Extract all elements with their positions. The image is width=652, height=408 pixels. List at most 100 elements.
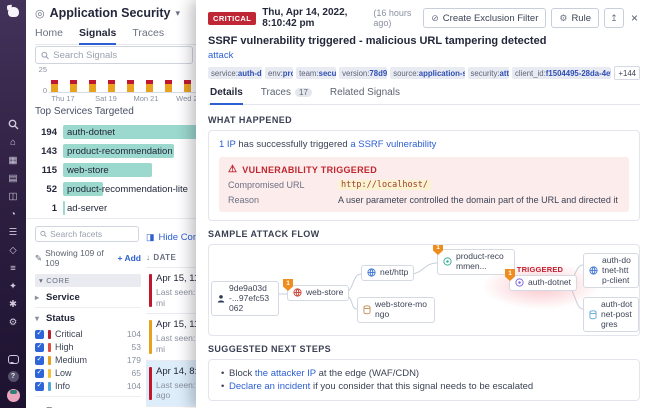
divider [35, 396, 141, 397]
compromised-url-label: Compromised URL [228, 180, 338, 190]
tag[interactable]: source:application-security [390, 67, 464, 79]
datadog-logo[interactable] [6, 5, 21, 19]
chart-bar[interactable] [51, 80, 58, 92]
service-name: auth-dotnet [67, 127, 115, 138]
facet-option-low[interactable]: Low 65 [35, 367, 141, 379]
warning-icon: ⚠ [228, 164, 237, 175]
core-label: CORE [46, 276, 70, 285]
facet-group-env[interactable]: ▸ Env [35, 401, 141, 408]
facet-option-label: Info [55, 381, 70, 391]
flow-node[interactable]: net/http [361, 265, 414, 281]
search-icon[interactable] [7, 119, 19, 131]
sort-down-icon: ↓ [146, 253, 150, 262]
chart-bar[interactable] [70, 80, 77, 92]
home-icon[interactable]: ⌂ [7, 137, 19, 149]
search-icon [41, 51, 49, 60]
tag[interactable]: version:78d922df [339, 67, 387, 79]
facets-search[interactable] [35, 226, 139, 242]
facet-group-label: Service [46, 292, 80, 303]
attacker-ip-link[interactable]: the attacker IP [255, 368, 316, 379]
facet-group-core[interactable]: ▾ CORE [35, 274, 141, 287]
ssrf-vulnerability-link[interactable]: a SSRF vulnerability [350, 139, 436, 150]
checkbox-checked[interactable] [35, 343, 44, 352]
next-step-item: Block the attacker IP at the edge (WAF/C… [219, 368, 629, 379]
next-step-item: Declare an incident if you consider that… [219, 381, 629, 392]
tab-traces[interactable]: Traces17 [261, 87, 312, 104]
flow-node[interactable]: web-store-mongo [357, 297, 435, 323]
create-exclusion-filter-button[interactable]: ⊘ Create Exclusion Filter [423, 8, 546, 28]
flow-node[interactable]: 1 web-store [287, 285, 349, 301]
facet-option-critical[interactable]: Critical 104 [35, 328, 141, 340]
flow-node[interactable]: auth-dotnet-postgres [583, 297, 639, 332]
facet-group-status[interactable]: ▾ Status [35, 308, 141, 328]
left-nav-rail: ⌂ ▦ ▤ ◫ ◔ ☰ ◇ ≡ ✦ ✱ ⚙ ? [0, 0, 26, 408]
signals-search[interactable] [35, 46, 193, 64]
what-happened-heading: WHAT HAPPENED [208, 115, 640, 125]
tag[interactable]: service:auth-dotnet [208, 67, 262, 79]
tag[interactable]: team:security [296, 67, 336, 79]
chart-bar[interactable] [184, 80, 191, 92]
tab-related-signals[interactable]: Related Signals [330, 87, 400, 104]
apm-icon[interactable]: ◔ [7, 209, 19, 221]
tag[interactable]: security:attack [468, 67, 510, 79]
dashboards-icon[interactable]: ▦ [7, 155, 19, 167]
user-icon [217, 294, 225, 303]
service-icon [515, 278, 524, 287]
attack-flow-heading: SAMPLE ATTACK FLOW [208, 229, 640, 239]
x-tick: Mon 21 [126, 94, 166, 103]
facet-option-medium[interactable]: Medium 179 [35, 354, 141, 366]
flow-node-vuln[interactable]: 1 auth-dotnet [509, 275, 577, 291]
facet-group-service[interactable]: ▸ Service [35, 287, 141, 308]
search-icon [40, 230, 47, 238]
y-axis-max: 25 [35, 65, 47, 74]
user-avatar[interactable] [7, 389, 20, 402]
metrics-icon[interactable]: ◫ [7, 191, 19, 203]
search-facets-input[interactable] [50, 229, 134, 239]
chart-bar[interactable] [127, 80, 134, 92]
checkbox-checked[interactable] [35, 330, 44, 339]
chart-bar[interactable] [165, 80, 172, 92]
logs-icon[interactable]: ≡ [7, 263, 19, 275]
facet-option-info[interactable]: Info 104 [35, 380, 141, 392]
add-facet-button[interactable]: + Add [117, 253, 141, 263]
attack-link[interactable]: attack [208, 50, 640, 61]
settings-icon[interactable]: ⚙ [7, 317, 19, 329]
tag[interactable]: client_id:f1504495-28da-4e99-85f6-a... [512, 67, 611, 79]
checkbox-checked[interactable] [35, 369, 44, 378]
chevron-down-icon: ▾ [39, 276, 43, 285]
security-icon[interactable]: ✦ [7, 281, 19, 293]
status-color-chip [48, 382, 51, 391]
export-button[interactable]: ↥ [604, 8, 624, 28]
ip-link[interactable]: 1 IP [219, 139, 236, 150]
chart-bar[interactable] [146, 80, 153, 92]
synthetics-icon[interactable]: ◇ [7, 245, 19, 257]
chart-bar[interactable] [89, 80, 96, 92]
facet-option-high[interactable]: High 53 [35, 341, 141, 353]
flow-node[interactable]: auth-dotnet-http-client [583, 253, 639, 288]
infrastructure-icon[interactable]: ▤ [7, 173, 19, 185]
facet-option-count: 65 [132, 368, 141, 378]
close-icon[interactable]: × [629, 11, 640, 25]
help-icon[interactable]: ? [8, 371, 19, 382]
integrations-icon[interactable]: ✱ [7, 299, 19, 311]
monitors-icon[interactable]: ☰ [7, 227, 19, 239]
chat-icon[interactable] [8, 355, 19, 364]
service-bar [63, 201, 65, 215]
tab-home[interactable]: Home [35, 27, 63, 39]
flow-node[interactable]: 1 product-recommen... [437, 249, 515, 275]
tab-traces[interactable]: Traces [132, 27, 164, 39]
checkbox-checked[interactable] [35, 356, 44, 365]
tab-details[interactable]: Details [210, 87, 243, 104]
flow-node[interactable]: 9de9a03d-...97efc53062 [211, 281, 279, 316]
tags-more-badge[interactable]: +144 [614, 66, 640, 80]
chart-bar[interactable] [108, 80, 115, 92]
facet-option-label: Critical [55, 329, 83, 339]
rule-button[interactable]: ⚙ Rule [551, 8, 599, 28]
tab-signals[interactable]: Signals [79, 27, 116, 39]
declare-incident-link[interactable]: Declare an incident [229, 381, 310, 392]
pencil-icon[interactable]: ✎ [35, 253, 42, 264]
chevron-down-icon[interactable]: ▾ [175, 8, 180, 19]
tag[interactable]: env:prod [265, 67, 293, 79]
checkbox-checked[interactable] [35, 382, 44, 391]
search-signals-input[interactable] [53, 50, 187, 61]
